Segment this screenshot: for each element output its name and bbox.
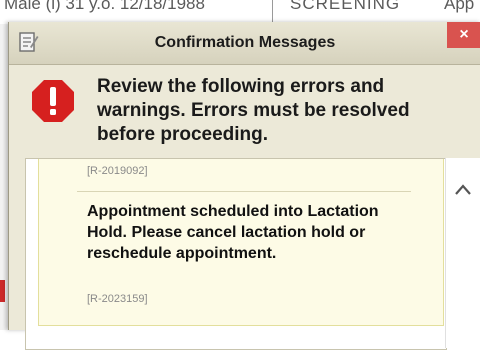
list-scrollbar[interactable] [445, 158, 480, 348]
dialog-titlebar[interactable]: Confirmation Messages × [9, 22, 480, 65]
dialog-title: Confirmation Messages [154, 34, 336, 51]
close-button[interactable]: × [447, 22, 480, 48]
chevron-up-icon[interactable] [454, 182, 472, 196]
header-message: Review the following errors and warnings… [97, 76, 410, 145]
patient-info: Male (i) 31 y.o. 12/18/1988 [4, 0, 205, 13]
message-divider [77, 191, 411, 192]
message-list[interactable]: [R-2019092] Appointment scheduled into L… [25, 158, 447, 350]
message-item-panel: [R-2019092] Appointment scheduled into L… [38, 159, 444, 326]
message-code: [R-2019092] [87, 165, 148, 177]
error-octagon-icon [32, 80, 74, 122]
appointment-label: App [444, 0, 475, 13]
message-text: Appointment scheduled into Lactation Hol… [87, 203, 379, 262]
confirmation-dialog: Confirmation Messages × Review the follo… [8, 22, 480, 350]
dialog-header: Review the following errors and warnings… [9, 65, 480, 159]
encounter-status: SCREENING [290, 0, 401, 13]
header-separator [272, 0, 273, 22]
background-patient-header: Male (i) 31 y.o. 12/18/1988 SCREENING Ap… [0, 0, 480, 24]
background-red-marker [0, 280, 5, 302]
message-code: [R-2023159] [87, 293, 148, 305]
